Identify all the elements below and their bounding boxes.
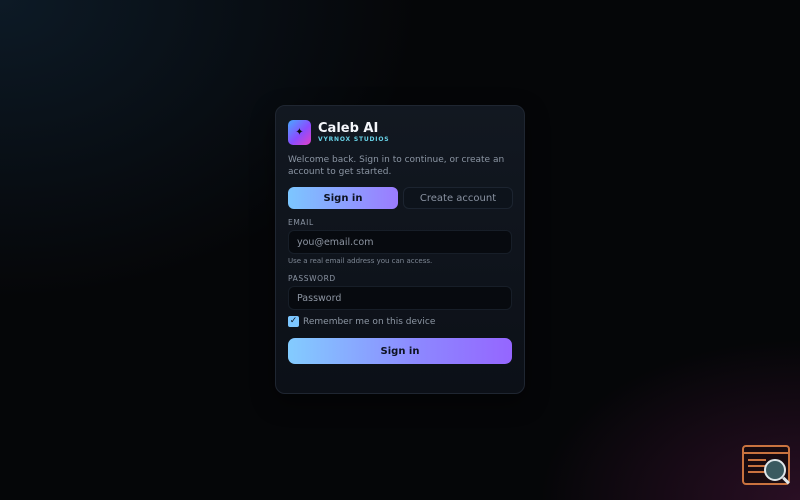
tab-create-account[interactable]: Create account: [403, 187, 513, 209]
email-hint: Use a real email address you can access.: [288, 257, 433, 265]
password-label: PASSWORD: [288, 274, 336, 283]
studio-name: VYRNOX STUDIOS: [318, 136, 390, 143]
terminal-search-icon[interactable]: [742, 445, 790, 485]
email-label: EMAIL: [288, 218, 314, 227]
password-field[interactable]: [288, 286, 512, 310]
remember-label: Remember me on this device: [303, 316, 436, 327]
email-field[interactable]: [288, 230, 512, 254]
brand-text: Caleb AI VYRNOX STUDIOS: [318, 121, 389, 144]
magnifier-handle: [782, 476, 790, 485]
sparkle-logo-icon: ✦: [288, 120, 311, 145]
app-name: Caleb AI: [318, 121, 379, 136]
brand: ✦ Caleb AI VYRNOX STUDIOS: [288, 120, 389, 145]
sign-in-button[interactable]: Sign in: [288, 338, 512, 364]
remember-me-toggle[interactable]: ✓ Remember me on this device: [288, 316, 435, 327]
window-bar: [744, 447, 788, 454]
tab-sign-in[interactable]: Sign in: [288, 187, 398, 209]
remember-checkbox[interactable]: ✓: [288, 316, 299, 327]
login-card: ✦ Caleb AI VYRNOX STUDIOS Welcome back. …: [275, 105, 525, 394]
welcome-text: Welcome back. Sign in to continue, or cr…: [288, 155, 505, 177]
